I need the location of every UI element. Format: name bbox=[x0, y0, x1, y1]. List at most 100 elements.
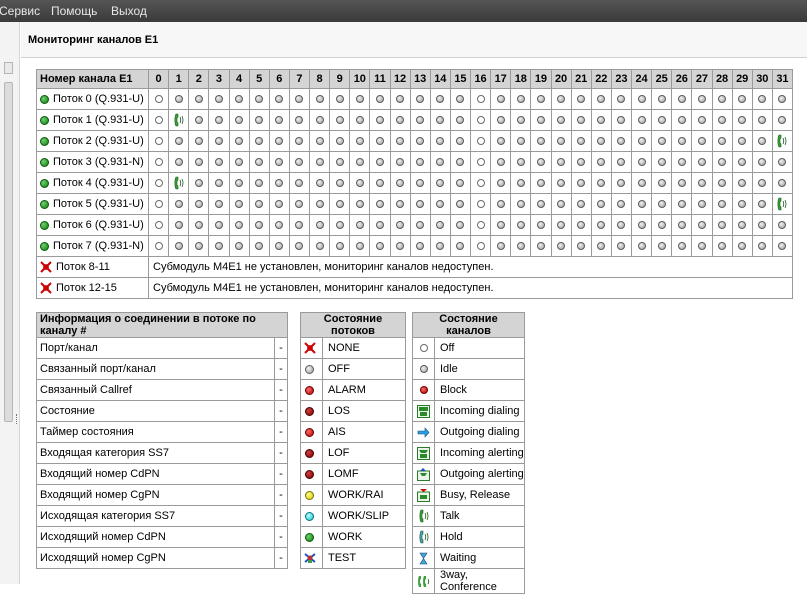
channel-cell[interactable] bbox=[208, 88, 230, 110]
channel-cell[interactable] bbox=[510, 193, 532, 215]
channel-cell[interactable] bbox=[691, 172, 713, 194]
channel-cell[interactable] bbox=[147, 130, 170, 152]
channel-cell[interactable] bbox=[329, 109, 351, 131]
channel-cell[interactable] bbox=[691, 214, 713, 236]
channel-cell[interactable] bbox=[188, 235, 210, 257]
splitter-handle[interactable] bbox=[16, 414, 19, 424]
channel-cell[interactable] bbox=[268, 172, 290, 194]
channel-cell[interactable] bbox=[651, 109, 673, 131]
channel-cell[interactable] bbox=[550, 172, 572, 194]
channel-cell[interactable] bbox=[530, 130, 552, 152]
channel-cell[interactable] bbox=[369, 88, 391, 110]
channel-cell[interactable] bbox=[671, 172, 693, 194]
channel-cell[interactable] bbox=[308, 214, 331, 236]
channel-cell[interactable] bbox=[590, 109, 612, 131]
channel-cell[interactable] bbox=[208, 235, 230, 257]
channel-cell[interactable] bbox=[228, 172, 250, 194]
channel-cell[interactable] bbox=[590, 88, 612, 110]
channel-cell[interactable] bbox=[731, 88, 753, 110]
channel-cell[interactable] bbox=[490, 235, 512, 257]
channel-cell[interactable] bbox=[188, 214, 210, 236]
channel-cell[interactable] bbox=[570, 193, 592, 215]
channel-cell[interactable] bbox=[188, 193, 210, 215]
channel-cell[interactable] bbox=[168, 88, 190, 110]
channel-cell[interactable] bbox=[268, 214, 290, 236]
stream-name-cell[interactable]: Поток 1 (Q.931-U) bbox=[36, 109, 149, 131]
channel-cell[interactable] bbox=[248, 214, 270, 236]
channel-cell[interactable] bbox=[168, 172, 190, 194]
channel-cell[interactable] bbox=[168, 109, 190, 131]
channel-cell[interactable] bbox=[771, 88, 794, 110]
channel-cell[interactable] bbox=[308, 109, 331, 131]
channel-cell[interactable] bbox=[389, 130, 411, 152]
channel-cell[interactable] bbox=[208, 130, 230, 152]
menu-item-help[interactable]: Помощь bbox=[51, 0, 97, 22]
channel-cell[interactable] bbox=[550, 88, 572, 110]
channel-cell[interactable] bbox=[168, 235, 190, 257]
channel-cell[interactable] bbox=[168, 151, 190, 173]
channel-cell[interactable] bbox=[651, 130, 673, 152]
channel-cell[interactable] bbox=[490, 151, 512, 173]
stream-name-cell[interactable]: Поток 7 (Q.931-N) bbox=[36, 235, 149, 257]
channel-cell[interactable] bbox=[208, 193, 230, 215]
channel-cell[interactable] bbox=[409, 130, 431, 152]
channel-cell[interactable] bbox=[288, 88, 311, 110]
channel-cell[interactable] bbox=[349, 109, 371, 131]
channel-cell[interactable] bbox=[751, 88, 773, 110]
channel-cell[interactable] bbox=[610, 235, 633, 257]
stream-name-cell[interactable]: Поток 2 (Q.931-U) bbox=[36, 130, 149, 152]
menu-item-service[interactable]: Сервис bbox=[0, 0, 40, 22]
channel-cell[interactable] bbox=[429, 88, 451, 110]
channel-cell[interactable] bbox=[610, 88, 633, 110]
channel-cell[interactable] bbox=[711, 109, 733, 131]
channel-cell[interactable] bbox=[570, 214, 592, 236]
channel-cell[interactable] bbox=[449, 235, 472, 257]
channel-cell[interactable] bbox=[771, 130, 794, 152]
channel-cell[interactable] bbox=[369, 235, 391, 257]
channel-cell[interactable] bbox=[510, 151, 532, 173]
channel-cell[interactable] bbox=[751, 130, 773, 152]
channel-cell[interactable] bbox=[691, 151, 713, 173]
channel-cell[interactable] bbox=[248, 172, 270, 194]
channel-cell[interactable] bbox=[228, 214, 250, 236]
channel-cell[interactable] bbox=[651, 172, 673, 194]
channel-cell[interactable] bbox=[469, 235, 492, 257]
channel-cell[interactable] bbox=[691, 109, 713, 131]
channel-cell[interactable] bbox=[429, 214, 451, 236]
channel-cell[interactable] bbox=[248, 151, 270, 173]
channel-cell[interactable] bbox=[469, 214, 492, 236]
stream-name-cell[interactable]: Поток 5 (Q.931-U) bbox=[36, 193, 149, 215]
channel-cell[interactable] bbox=[147, 172, 170, 194]
channel-cell[interactable] bbox=[147, 109, 170, 131]
channel-cell[interactable] bbox=[268, 151, 290, 173]
channel-cell[interactable] bbox=[409, 88, 431, 110]
channel-cell[interactable] bbox=[429, 130, 451, 152]
channel-cell[interactable] bbox=[510, 172, 532, 194]
channel-cell[interactable] bbox=[308, 88, 331, 110]
channel-cell[interactable] bbox=[671, 130, 693, 152]
channel-cell[interactable] bbox=[288, 193, 311, 215]
channel-cell[interactable] bbox=[630, 151, 653, 173]
channel-cell[interactable] bbox=[409, 214, 431, 236]
channel-cell[interactable] bbox=[751, 193, 773, 215]
channel-cell[interactable] bbox=[530, 88, 552, 110]
channel-cell[interactable] bbox=[751, 172, 773, 194]
channel-cell[interactable] bbox=[449, 88, 472, 110]
channel-cell[interactable] bbox=[590, 193, 612, 215]
channel-cell[interactable] bbox=[349, 172, 371, 194]
channel-cell[interactable] bbox=[711, 193, 733, 215]
channel-cell[interactable] bbox=[771, 151, 794, 173]
channel-cell[interactable] bbox=[570, 172, 592, 194]
channel-cell[interactable] bbox=[550, 130, 572, 152]
channel-cell[interactable] bbox=[288, 151, 311, 173]
channel-cell[interactable] bbox=[349, 235, 371, 257]
channel-cell[interactable] bbox=[651, 214, 673, 236]
channel-cell[interactable] bbox=[248, 88, 270, 110]
channel-cell[interactable] bbox=[228, 193, 250, 215]
channel-cell[interactable] bbox=[288, 130, 311, 152]
channel-cell[interactable] bbox=[248, 130, 270, 152]
channel-cell[interactable] bbox=[550, 151, 572, 173]
channel-cell[interactable] bbox=[409, 151, 431, 173]
channel-cell[interactable] bbox=[389, 193, 411, 215]
channel-cell[interactable] bbox=[228, 151, 250, 173]
